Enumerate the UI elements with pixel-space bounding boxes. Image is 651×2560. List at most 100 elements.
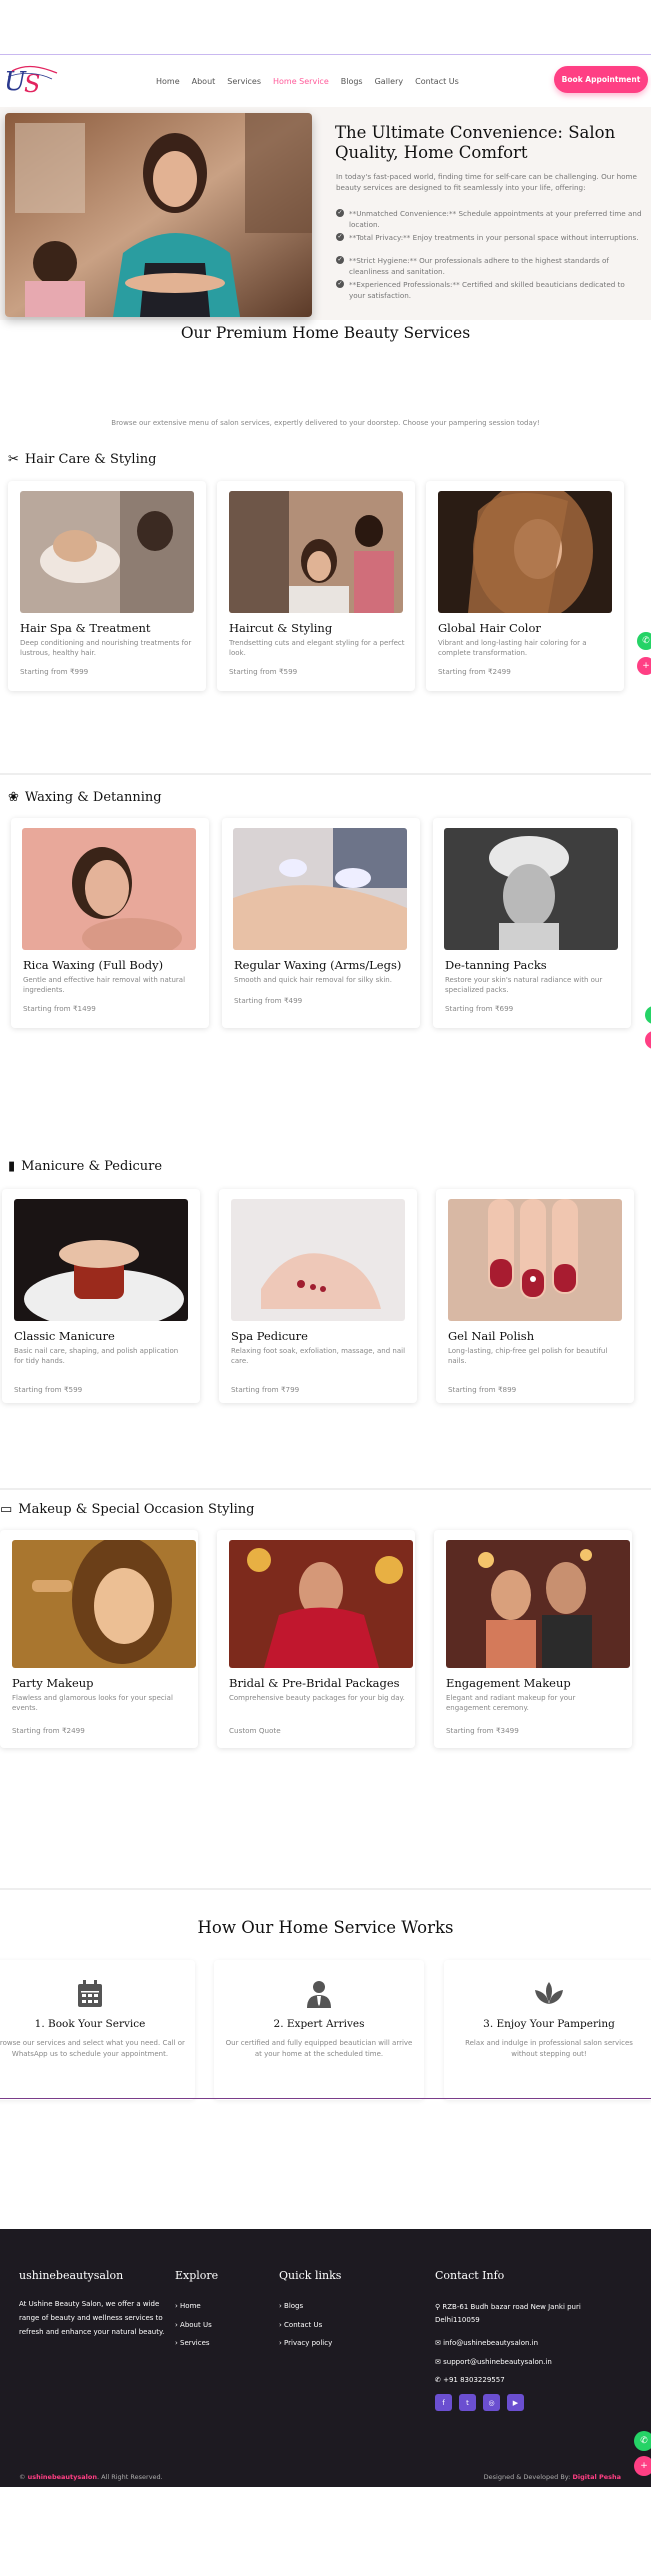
whatsapp-icon[interactable] <box>645 1006 651 1024</box>
footer-explore-title: Explore <box>175 2269 219 2282</box>
service-image <box>231 1199 405 1321</box>
service-card[interactable]: Hair Spa & Treatment Deep conditioning a… <box>8 481 206 691</box>
service-image <box>438 491 612 613</box>
plus-icon[interactable]: + <box>634 2456 651 2476</box>
nav-home-service[interactable]: Home Service <box>273 77 329 86</box>
section-divider <box>0 773 651 775</box>
service-description: Restore your skin's natural radiance wit… <box>445 976 603 994</box>
service-title: De-tanning Packs <box>445 958 547 972</box>
service-description: Flawless and glamorous looks for your sp… <box>12 1694 173 1712</box>
plus-icon[interactable]: + <box>637 657 651 675</box>
whatsapp-icon[interactable]: ✆ <box>634 2431 651 2451</box>
footer-email[interactable]: ✉ support@ushinebeautysalon.in <box>435 2358 552 2366</box>
facebook-icon[interactable]: f <box>435 2394 452 2411</box>
nav-services[interactable]: Services <box>227 77 261 86</box>
service-price: Starting from ₹799 <box>231 1385 300 1394</box>
logo[interactable]: U S <box>2 63 62 99</box>
hero-point: ✓ **Strict Hygiene:** Our professionals a… <box>336 256 609 276</box>
makeup-icon: ▭ <box>0 1502 13 1517</box>
service-title: Party Makeup <box>12 1676 94 1690</box>
step-description: Browse our services and select what you … <box>0 2039 185 2058</box>
step-card: 1. Book Your Service Browse our services… <box>0 1960 195 2100</box>
service-image <box>448 1199 622 1321</box>
footer-email[interactable]: ✉ info@ushinebeautysalon.in <box>435 2339 538 2347</box>
nail-polish-icon: ▮ <box>8 1159 16 1174</box>
footer-link[interactable]: › Blogs <box>279 2302 303 2310</box>
nav-contact[interactable]: Contact Us <box>415 77 459 86</box>
step-title: 3. Enjoy Your Pampering <box>483 2018 615 2030</box>
service-title: Spa Pedicure <box>231 1329 308 1343</box>
service-image <box>233 828 407 950</box>
service-card[interactable]: Engagement Makeup Elegant and radiant ma… <box>434 1530 632 1748</box>
step-card: 3. Enjoy Your Pampering Relax and indulg… <box>444 1960 651 2100</box>
service-description: Basic nail care, shaping, and polish app… <box>14 1347 179 1365</box>
section-divider <box>0 1488 651 1490</box>
service-image <box>444 828 618 950</box>
plus-icon[interactable] <box>645 1031 651 1049</box>
whatsapp-icon[interactable]: ✆ <box>637 632 651 650</box>
service-title: Haircut & Styling <box>229 621 333 635</box>
service-price: Starting from ₹2499 <box>438 667 511 676</box>
footer-link[interactable]: › Home <box>175 2302 201 2310</box>
hero-point: ✓ **Experienced Professionals:** Certifie… <box>336 280 625 300</box>
instagram-icon[interactable]: ◎ <box>483 2394 500 2411</box>
service-description: Long-lasting, chip-free gel polish for b… <box>448 1347 608 1365</box>
scissors-icon: ✂ <box>8 452 19 467</box>
service-card[interactable]: Gel Nail Polish Long-lasting, chip-free … <box>436 1189 634 1403</box>
step-title: 2. Expert Arrives <box>273 2018 365 2030</box>
step-card: 2. Expert Arrives Our certified and full… <box>214 1960 424 2100</box>
footer-link[interactable]: › About Us <box>175 2321 212 2329</box>
service-description: Trendsetting cuts and elegant styling fo… <box>229 639 405 657</box>
hero-point: ✓ **Unmatched Convenience:** Schedule app… <box>336 209 642 229</box>
service-card[interactable]: Bridal & Pre-Bridal Packages Comprehensi… <box>217 1530 415 1748</box>
service-card[interactable]: Haircut & Styling Trendsetting cuts and … <box>217 481 415 691</box>
service-image <box>12 1540 196 1668</box>
service-price: Starting from ₹999 <box>20 667 89 676</box>
hero-point: ✓ **Total Privacy:** Enjoy treatments in … <box>336 233 639 242</box>
youtube-icon[interactable]: ▶ <box>507 2394 524 2411</box>
service-title: Bridal & Pre-Bridal Packages <box>229 1676 400 1690</box>
service-price: Starting from ₹699 <box>445 1004 514 1013</box>
services-heading: Our Premium Home Beauty Services <box>180 324 471 342</box>
service-card[interactable]: Global Hair Color Vibrant and long-lasti… <box>426 481 624 691</box>
nav-home[interactable]: Home <box>156 77 180 86</box>
nav-blogs[interactable]: Blogs <box>341 77 363 86</box>
hero-section: The Ultimate Convenience: Salon Quality,… <box>0 107 651 320</box>
footer-link[interactable]: › Contact Us <box>279 2321 322 2329</box>
service-card[interactable]: Rica Waxing (Full Body) Gentle and effec… <box>11 818 209 1028</box>
hero-description: In today's fast-paced world, finding tim… <box>336 172 637 192</box>
footer: ushinebeautysalon At Ushine Beauty Salon… <box>0 2229 651 2487</box>
service-description: Elegant and radiant makeup for your enga… <box>446 1694 576 1712</box>
lotus-icon: ❀ <box>8 790 19 805</box>
nav-gallery[interactable]: Gallery <box>375 77 404 86</box>
footer-address: ⚲ RZB-61 Budh bazar road New Janki puri … <box>435 2303 581 2324</box>
book-appointment-button[interactable]: Book Appointment <box>554 66 648 93</box>
service-card[interactable]: Spa Pedicure Relaxing foot soak, exfolia… <box>219 1189 417 1403</box>
footer-brand: ushinebeautysalon <box>19 2269 124 2282</box>
main-menu: Home About Services Home Service Blogs G… <box>156 55 459 107</box>
check-circle-icon: ✓ <box>336 256 344 264</box>
service-card[interactable]: Party Makeup Flawless and glamorous look… <box>0 1530 198 1748</box>
footer-link[interactable]: › Privacy policy <box>279 2339 332 2347</box>
category-title: ✂ Hair Care & Styling <box>8 452 157 467</box>
category-title: ▭ Makeup & Special Occasion Styling <box>0 1502 255 1517</box>
check-circle-icon: ✓ <box>336 209 344 217</box>
category-title: ▮ Manicure & Pedicure <box>8 1159 163 1174</box>
service-card[interactable]: De-tanning Packs Restore your skin's nat… <box>433 818 631 1028</box>
twitter-icon[interactable]: t <box>459 2394 476 2411</box>
footer-phone[interactable]: ✆ +91 8303229557 <box>435 2376 505 2384</box>
check-circle-icon: ✓ <box>336 233 344 241</box>
service-card[interactable]: Regular Waxing (Arms/Legs) Smooth and qu… <box>222 818 420 1028</box>
map-pin-icon: ⚲ <box>435 2303 441 2311</box>
footer-link[interactable]: › Services <box>175 2339 210 2347</box>
service-card[interactable]: Classic Manicure Basic nail care, shapin… <box>2 1189 200 1403</box>
nav-about[interactable]: About <box>192 77 216 86</box>
service-image <box>229 1540 413 1668</box>
service-description: Smooth and quick hair removal for silky … <box>234 976 392 984</box>
service-title: Global Hair Color <box>438 621 541 635</box>
credit: Designed & Developed By: Digital Pesha <box>483 2473 621 2481</box>
service-price: Starting from ₹599 <box>14 1385 83 1394</box>
services-subtitle: Browse our extensive menu of salon servi… <box>111 419 540 427</box>
user-tie-icon <box>214 1980 424 2010</box>
envelope-icon: ✉ <box>435 2339 441 2347</box>
